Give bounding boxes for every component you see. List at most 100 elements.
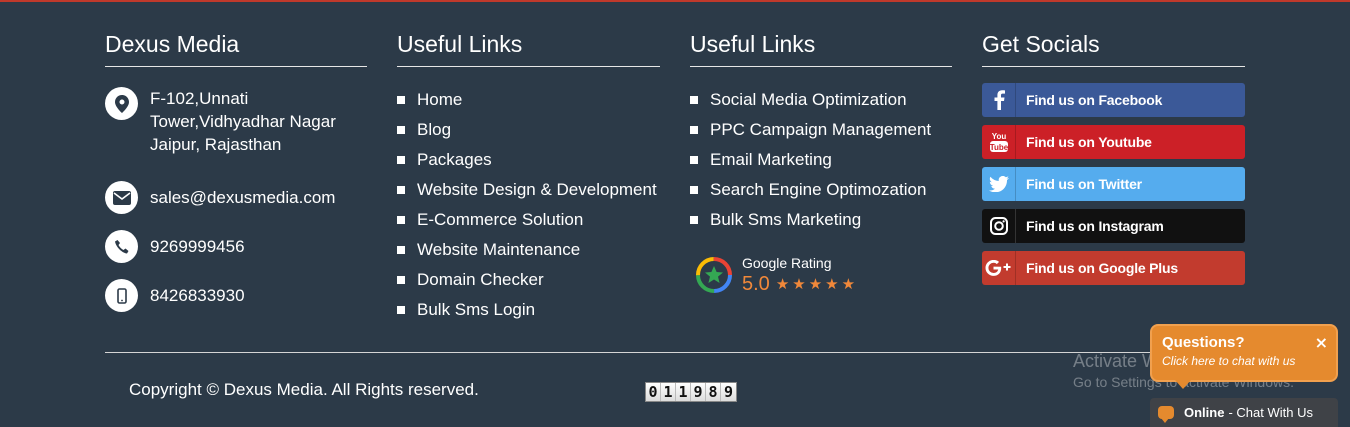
- chat-bubble-icon: [1158, 406, 1174, 423]
- google-plus-label: Find us on Google Plus: [1026, 260, 1178, 276]
- footer-link-blog[interactable]: Blog: [397, 115, 660, 145]
- chat-bubble-tail: [1175, 380, 1191, 389]
- address-text: F-102,Unnati Tower,Vidhyadhar Nagar Jaip…: [150, 87, 336, 156]
- bullet-icon: [397, 276, 405, 284]
- link-label: Blog: [417, 120, 452, 139]
- address-line-1: F-102,Unnati: [150, 89, 249, 108]
- top-accent-line: [0, 0, 1350, 2]
- rating-value: 5.0: [742, 273, 770, 295]
- bullet-icon: [397, 186, 405, 194]
- link-label: Search Engine Optimozation: [710, 180, 927, 199]
- footer-link-bulk-sms-marketing[interactable]: Bulk Sms Marketing: [690, 205, 952, 235]
- youtube-button[interactable]: You Tube Find us on Youtube: [982, 125, 1245, 159]
- counter-digit: 8: [706, 383, 721, 401]
- chat-bar[interactable]: Online - Chat With Us: [1150, 398, 1338, 427]
- map-pin-icon: [105, 87, 138, 120]
- footer-link-website-design[interactable]: Website Design & Development: [397, 175, 660, 205]
- socials-title: Get Socials: [982, 30, 1245, 67]
- footer-link-home[interactable]: Home: [397, 85, 660, 115]
- twitter-button[interactable]: Find us on Twitter: [982, 167, 1245, 201]
- mobile-row[interactable]: 8426833930: [105, 279, 245, 312]
- svg-text:You: You: [991, 132, 1006, 141]
- address-line-3: Jaipur, Rajasthan: [150, 135, 282, 154]
- bullet-icon: [397, 246, 405, 254]
- rating-text: Google Rating 5.0 ★ ★ ★ ★ ★: [742, 254, 858, 296]
- phone-row[interactable]: 9269999456: [105, 230, 245, 263]
- counter-digit: 1: [661, 383, 676, 401]
- chat-status: Online: [1184, 405, 1225, 420]
- instagram-button[interactable]: Find us on Instagram: [982, 209, 1245, 243]
- chat-subtitle: Click here to chat with us: [1162, 354, 1296, 368]
- phone-link[interactable]: 9269999456: [150, 235, 245, 258]
- bullet-icon: [397, 216, 405, 224]
- useful-links-column-1: Useful Links Home Blog Packages Website …: [397, 30, 660, 325]
- link-label: Website Maintenance: [417, 240, 581, 259]
- star-icon: ★: [792, 275, 806, 293]
- link-label: PPC Campaign Management: [710, 120, 932, 139]
- link-label: E-Commerce Solution: [417, 210, 584, 229]
- bullet-icon: [397, 96, 405, 104]
- link-label: Bulk Sms Marketing: [710, 210, 862, 229]
- phone-icon: [105, 230, 138, 263]
- chat-question: Questions?: [1162, 334, 1245, 351]
- star-icon: ★: [825, 275, 839, 293]
- counter-digit: 9: [691, 383, 706, 401]
- youtube-label: Find us on Youtube: [1026, 134, 1152, 150]
- rating-label: Google Rating: [742, 255, 832, 271]
- google-rating-badge[interactable]: Google Rating 5.0 ★ ★ ★ ★ ★: [695, 254, 858, 296]
- google-plus-button[interactable]: Find us on Google Plus: [982, 251, 1245, 285]
- star-icon: ★: [808, 275, 823, 293]
- facebook-icon: [982, 83, 1016, 117]
- footer-link-packages[interactable]: Packages: [397, 145, 660, 175]
- bullet-icon: [397, 156, 405, 164]
- footer-link-ppc[interactable]: PPC Campaign Management: [690, 115, 952, 145]
- mobile-link[interactable]: 8426833930: [150, 284, 245, 307]
- bullet-icon: [690, 186, 698, 194]
- useful-links-title-1: Useful Links: [397, 30, 660, 67]
- footer-link-bulk-sms-login[interactable]: Bulk Sms Login: [397, 295, 660, 325]
- facebook-label: Find us on Facebook: [1026, 92, 1163, 108]
- facebook-button[interactable]: Find us on Facebook: [982, 83, 1245, 117]
- svg-text:Tube: Tube: [989, 143, 1008, 152]
- link-label: Website Design & Development: [417, 180, 657, 199]
- twitter-label: Find us on Twitter: [1026, 176, 1142, 192]
- bullet-icon: [397, 126, 405, 134]
- useful-links-title-2: Useful Links: [690, 30, 952, 67]
- link-label: Social Media Optimization: [710, 90, 907, 109]
- instagram-icon: [982, 209, 1016, 243]
- visitor-counter: 0 1 1 9 8 9: [645, 382, 737, 402]
- mobile-icon: [105, 279, 138, 312]
- chat-prompt-bubble[interactable]: Questions? Click here to chat with us ×: [1150, 324, 1338, 382]
- counter-digit: 1: [676, 383, 691, 401]
- footer-link-ecommerce[interactable]: E-Commerce Solution: [397, 205, 660, 235]
- email-link[interactable]: sales@dexusmedia.com: [150, 186, 335, 209]
- bullet-icon: [397, 306, 405, 314]
- bullet-icon: [690, 216, 698, 224]
- useful-links-list-2: Social Media Optimization PPC Campaign M…: [690, 85, 952, 235]
- envelope-icon: [105, 181, 138, 214]
- footer-link-smo[interactable]: Social Media Optimization: [690, 85, 952, 115]
- link-label: Bulk Sms Login: [417, 300, 536, 319]
- contact-column: Dexus Media F-102,Unnati Tower,Vidhyadha…: [105, 30, 367, 312]
- youtube-icon: You Tube: [982, 125, 1016, 159]
- useful-links-column-2: Useful Links Social Media Optimization P…: [690, 30, 952, 295]
- address-line-2: Tower,Vidhyadhar Nagar: [150, 112, 336, 131]
- instagram-label: Find us on Instagram: [1026, 218, 1164, 234]
- chat-status-text: - Chat With Us: [1228, 405, 1313, 420]
- link-label: Email Marketing: [710, 150, 832, 169]
- twitter-icon: [982, 167, 1016, 201]
- star-icon: ★: [841, 275, 856, 293]
- footer-link-email-marketing[interactable]: Email Marketing: [690, 145, 952, 175]
- footer-link-domain-checker[interactable]: Domain Checker: [397, 265, 660, 295]
- footer-link-maintenance[interactable]: Website Maintenance: [397, 235, 660, 265]
- link-label: Domain Checker: [417, 270, 544, 289]
- footer-link-seo[interactable]: Search Engine Optimozation: [690, 175, 952, 205]
- email-row[interactable]: sales@dexusmedia.com: [105, 181, 335, 214]
- address-row: F-102,Unnati Tower,Vidhyadhar Nagar Jaip…: [105, 87, 336, 156]
- close-icon[interactable]: ×: [1315, 333, 1328, 352]
- useful-links-list-1: Home Blog Packages Website Design & Deve…: [397, 85, 660, 325]
- counter-digit: 0: [646, 383, 661, 401]
- socials-column: Get Socials Find us on Facebook You Tube…: [982, 30, 1245, 285]
- company-title: Dexus Media: [105, 30, 367, 67]
- google-rating-icon: [696, 257, 732, 293]
